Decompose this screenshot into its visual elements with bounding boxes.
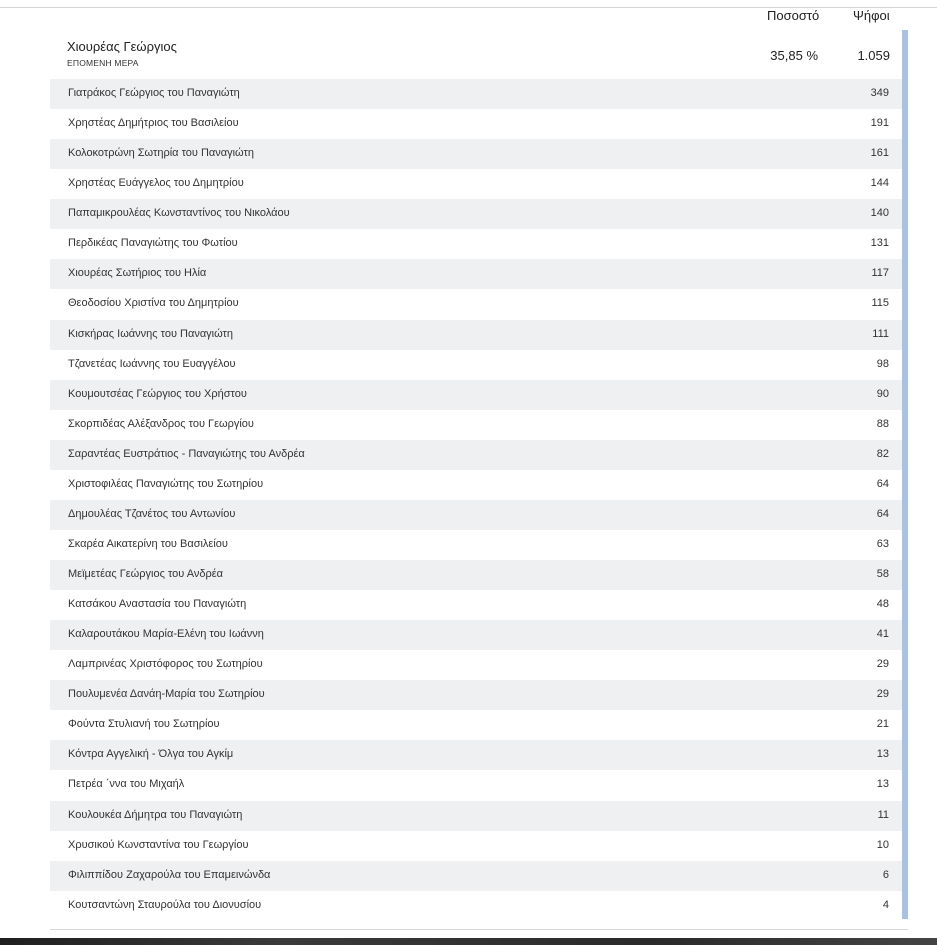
councillor-votes: 90 xyxy=(876,387,889,400)
list-item[interactable]: Σκορπιδέας Αλέξανδρος του Γεωργίου 88 xyxy=(50,410,902,440)
list-item[interactable]: Τζανετέας Ιωάννης του Ευαγγέλου 98 xyxy=(50,350,902,380)
councillors-list: Γιατράκος Γεώργιος του Παναγιώτη 349 Χρηστ… xyxy=(50,79,902,921)
councillor-name: Κολοκοτρώνη Σωτηρία του Παναγιώτη xyxy=(68,147,254,160)
list-item[interactable]: Χρηστέας Δημήτριος του Βασιλείου 191 xyxy=(50,109,902,139)
list-item[interactable]: Θεοδοσίου Χριστίνα του Δημητρίου 115 xyxy=(50,289,902,319)
list-item[interactable]: Καλαρουτάκου Μαρία-Ελένη του Ιωάννη 41 xyxy=(50,620,902,651)
councillor-name: Σκορπιδέας Αλέξανδρος του Γεωργίου xyxy=(68,417,254,430)
councillor-votes: 64 xyxy=(876,507,889,520)
councillor-name: Κόντρα Αγγελική - Όλγα του Αγκίμ xyxy=(68,748,234,761)
list-item[interactable]: Δημουλέας Τζανέτος του Αντωνίου 64 xyxy=(50,499,902,530)
list-item[interactable]: Πουλυμενέα Δανάη-Μαρία του Σωτηρίου 29 xyxy=(50,680,902,711)
councillor-name: Πουλυμενέα Δανάη-Μαρία του Σωτηρίου xyxy=(68,688,265,701)
list-item[interactable]: Κουμουτσέας Γεώργιος του Χρήστου 90 xyxy=(50,379,902,410)
councillor-name: Χρηστέας Ευάγγελος του Δημητρίου xyxy=(68,177,244,190)
councillor-name: Χρηστέας Δημήτριος του Βασιλείου xyxy=(68,117,239,130)
candidate-row[interactable]: Χιουρέας Γεώργιος ΕΠΟΜΕΝΗ ΜΕΡΑ 35,85 % 1… xyxy=(50,32,902,79)
councillor-name: Χρυσικού Κωνσταντίνα του Γεωργίου xyxy=(68,838,249,851)
votes-column-header: Ψήφοι xyxy=(853,8,890,23)
list-item[interactable]: Κόντρα Αγγελική - Όλγα του Αγκίμ 13 xyxy=(50,740,902,771)
list-item[interactable]: Κατσάκου Αναστασία του Παναγιώτη 48 xyxy=(50,590,902,620)
councillor-name: Μεϊμετέας Γεώργιος του Ανδρέα xyxy=(68,568,223,580)
councillor-votes: 98 xyxy=(876,357,889,370)
councillor-name: Φιλιππίδου Ζαχαρούλα του Επαμεινώνδα xyxy=(68,868,271,881)
councillor-votes: 21 xyxy=(876,718,889,731)
councillor-name: Κουλουκέα Δήμητρα του Παναγιώτη xyxy=(68,808,243,821)
councillor-votes: 140 xyxy=(870,207,889,220)
councillor-votes: 4 xyxy=(882,898,889,911)
list-item[interactable]: Περδικέας Παναγιώτης του Φωτίου 131 xyxy=(50,229,902,259)
list-item[interactable]: Μεϊμετέας Γεώργιος του Ανδρέα 58 xyxy=(50,560,902,591)
councillor-name: Λαμπρινέας Χριστόφορος του Σωτηρίου xyxy=(68,658,263,671)
councillor-name: Κατσάκου Αναστασία του Παναγιώτη xyxy=(68,598,247,611)
taskbar-strip xyxy=(0,938,937,945)
list-item[interactable]: Χρυσικού Κωνσταντίνα του Γεωργίου 10 xyxy=(50,831,902,861)
candidate-votes: 1.059 xyxy=(857,48,890,63)
councillor-name: Γιατράκος Γεώργιος του Παναγιώτη xyxy=(68,87,240,99)
councillor-votes: 29 xyxy=(876,658,889,671)
councillor-name: Παπαμικρουλέας Κωνσταντίνος του Νικολάου xyxy=(68,207,290,220)
councillor-name: Πετρέα ΄ννα του Μιχαήλ xyxy=(68,778,185,791)
councillor-votes: 64 xyxy=(876,477,889,490)
councillor-votes: 11 xyxy=(877,808,889,821)
list-item[interactable]: Φούντα Στυλιανή του Σωτηρίου 21 xyxy=(50,710,902,740)
list-item[interactable]: Σαραντέας Ευστράτιος - Παναγιώτης του Αν… xyxy=(50,439,902,470)
councillor-votes: 58 xyxy=(876,568,889,580)
councillor-name: Χιουρέας Σωτήριος του Ηλία xyxy=(68,267,207,280)
councillor-votes: 191 xyxy=(870,117,889,130)
list-item[interactable]: Κισκήρας Ιωάννης του Παναγιώτη 111 xyxy=(50,319,902,350)
candidate-party: ΕΠΟΜΕΝΗ ΜΕΡΑ xyxy=(67,58,139,68)
councillor-name: Κουμουτσέας Γεώργιος του Χρήστου xyxy=(68,387,247,400)
councillor-votes: 117 xyxy=(871,267,889,280)
list-item[interactable]: Φιλιππίδου Ζαχαρούλα του Επαμεινώνδα 6 xyxy=(50,860,902,891)
councillor-name: Φούντα Στυλιανή του Σωτηρίου xyxy=(68,718,220,731)
percent-column-header: Ποσοστό xyxy=(767,8,820,23)
list-item[interactable]: Κολοκοτρώνη Σωτηρία του Παναγιώτη 161 xyxy=(50,139,902,170)
councillor-name: Χριστοφιλέας Παναγιώτης του Σωτηρίου xyxy=(68,477,264,490)
councillor-votes: 10 xyxy=(876,838,889,851)
councillor-votes: 88 xyxy=(876,417,889,430)
councillor-votes: 6 xyxy=(882,868,889,881)
councillor-votes: 82 xyxy=(876,447,889,460)
councillor-name: Κουτσαντώνη Σταυρούλα του Διονυσίου xyxy=(68,898,262,911)
list-item[interactable]: Χιουρέας Σωτήριος του Ηλία 117 xyxy=(50,259,902,290)
list-item[interactable]: Λαμπρινέας Χριστόφορος του Σωτηρίου 29 xyxy=(50,650,902,680)
bottom-divider xyxy=(50,929,908,930)
councillor-name: Θεοδοσίου Χριστίνα του Δημητρίου xyxy=(68,297,239,310)
councillor-votes: 144 xyxy=(870,177,889,190)
scrollbar[interactable] xyxy=(902,30,908,919)
list-item[interactable]: Γιατράκος Γεώργιος του Παναγιώτη 349 xyxy=(50,79,902,110)
councillor-votes: 48 xyxy=(876,598,889,611)
list-item[interactable]: Σκαρέα Αικατερίνη του Βασιλείου 63 xyxy=(50,530,902,560)
councillor-votes: 111 xyxy=(872,327,889,340)
councillor-votes: 63 xyxy=(876,537,889,550)
list-item[interactable]: Παπαμικρουλέας Κωνσταντίνος του Νικολάου… xyxy=(50,199,902,230)
councillor-votes: 115 xyxy=(871,297,889,310)
councillor-votes: 131 xyxy=(870,237,889,250)
councillor-name: Τζανετέας Ιωάννης του Ευαγγέλου xyxy=(68,357,236,370)
candidate-percent: 35,85 % xyxy=(770,48,818,63)
list-item[interactable]: Κουλουκέα Δήμητρα του Παναγιώτη 11 xyxy=(50,800,902,831)
candidate-name: Χιουρέας Γεώργιος xyxy=(67,39,177,54)
councillor-name: Σαραντέας Ευστράτιος - Παναγιώτης του Αν… xyxy=(68,447,305,460)
councillor-votes: 29 xyxy=(876,688,889,701)
councillor-votes: 161 xyxy=(870,147,889,160)
councillor-votes: 13 xyxy=(876,778,889,791)
list-item[interactable]: Πετρέα ΄ννα του Μιχαήλ 13 xyxy=(50,770,902,800)
councillor-name: Περδικέας Παναγιώτης του Φωτίου xyxy=(68,237,238,250)
list-item[interactable]: Κουτσαντώνη Σταυρούλα του Διονυσίου 4 xyxy=(50,891,902,921)
councillor-votes: 349 xyxy=(870,87,889,99)
list-item[interactable]: Χρηστέας Ευάγγελος του Δημητρίου 144 xyxy=(50,169,902,199)
councillor-name: Καλαρουτάκου Μαρία-Ελένη του Ιωάννη xyxy=(68,628,264,641)
councillor-votes: 13 xyxy=(876,748,889,761)
councillor-votes: 41 xyxy=(876,628,889,641)
councillor-name: Δημουλέας Τζανέτος του Αντωνίου xyxy=(68,507,236,520)
councillor-name: Κισκήρας Ιωάννης του Παναγιώτη xyxy=(68,327,234,340)
list-item[interactable]: Χριστοφιλέας Παναγιώτης του Σωτηρίου 64 xyxy=(50,470,902,500)
councillor-name: Σκαρέα Αικατερίνη του Βασιλείου xyxy=(68,537,228,550)
